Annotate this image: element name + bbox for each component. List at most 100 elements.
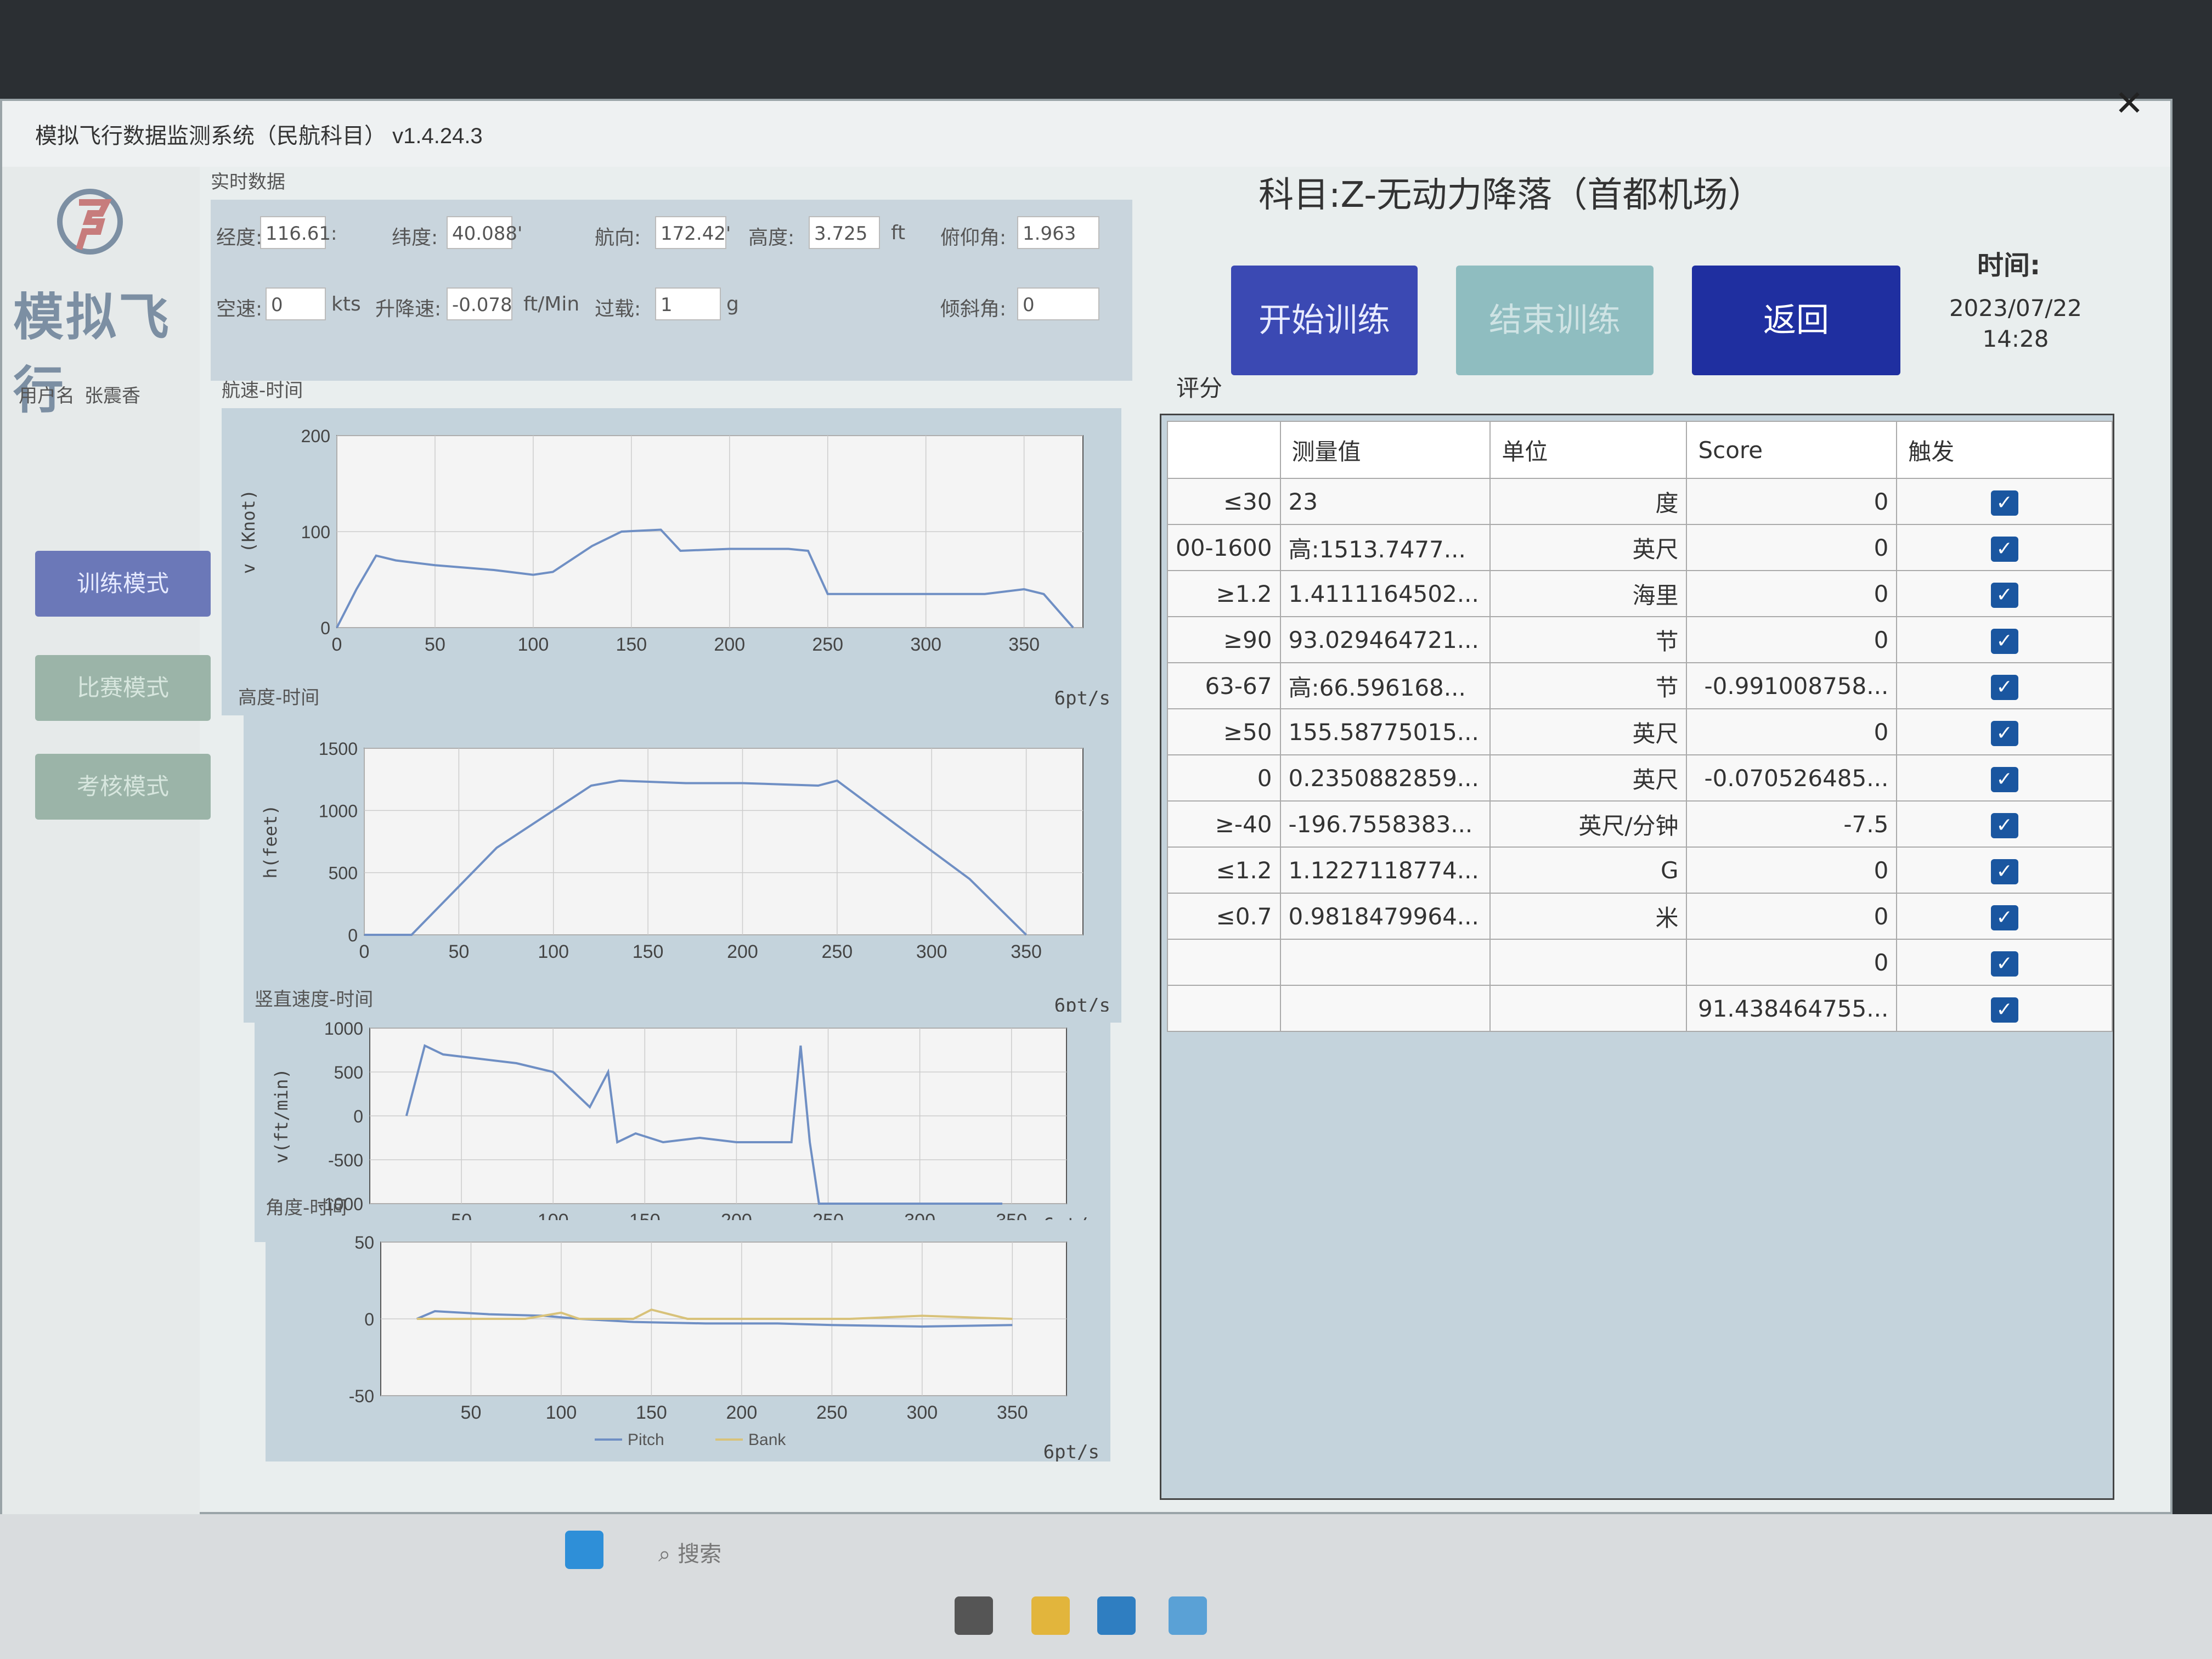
taskbar-search-label: 搜索 (678, 1542, 722, 1567)
altitude-chart: 0 50 100 150 200 250 300 350 0 500 1000 1500 h(feet)… (260, 739, 1110, 1017)
x-tick-label: 150 (633, 941, 664, 962)
folder-icon[interactable] (1031, 1596, 1070, 1635)
cell-score: 0 (1686, 847, 1898, 894)
y-tick-label: 0 (320, 618, 330, 638)
bank-field: 0 (1017, 287, 1099, 320)
cell-standard (1167, 985, 1281, 1032)
score-panel: 测量值 单位 Score 触发 ≤30 23 度 0 ✓ 00-1600 高:1513.74… (1160, 414, 2114, 1500)
airspeed-field: 0 (266, 287, 326, 320)
cell-unit: 英尺/分钟 (1489, 800, 1688, 848)
cell-score: 0 (1686, 893, 1898, 940)
cell-measured: 0.9818479964... (1279, 893, 1491, 940)
cell-unit: 海里 (1489, 570, 1688, 617)
plot-area (364, 748, 1084, 935)
end-training-button[interactable]: 结束训练 (1456, 266, 1654, 375)
cell-measured (1279, 939, 1491, 986)
cell-standard: ≥50 (1167, 708, 1281, 755)
x-tick-label: 150 (636, 1402, 667, 1423)
cell-score: 0 (1686, 616, 1898, 663)
table-row: ≥1.2 1.4111164502... 海里 0 ✓ (1167, 570, 2113, 617)
mail-icon[interactable] (1097, 1596, 1136, 1635)
cell-score: -0.070526485... (1686, 754, 1898, 802)
trigger-checkbox[interactable]: ✓ (1990, 951, 2018, 977)
x-tick-label: 250 (816, 1402, 848, 1423)
x-tick-label: 300 (916, 941, 947, 962)
training-mode-button[interactable]: 训练模式 (35, 551, 211, 617)
cell-score: 0 (1686, 524, 1898, 571)
exam-mode-button[interactable]: 考核模式 (35, 754, 211, 820)
trigger-checkbox[interactable]: ✓ (1990, 859, 2018, 884)
cell-standard: 0 (1167, 754, 1281, 802)
y-tick-label: 1000 (319, 801, 358, 821)
x-tick-label: 350 (997, 1402, 1028, 1423)
close-icon[interactable]: ✕ (2104, 79, 2154, 128)
x-tick-label: 250 (812, 634, 843, 655)
x-tick-label: 250 (821, 941, 853, 962)
altitude-unit: ft (891, 222, 906, 244)
altitude-field: 3.725 (809, 216, 880, 249)
x-tick-label: 150 (616, 634, 647, 655)
cell-standard: ≥90 (1167, 616, 1281, 663)
vs-label: 升降速: (375, 298, 442, 320)
cell-measured: 23 (1279, 478, 1491, 525)
clock-value: 14:28 (1982, 325, 2049, 352)
lon-label: 经度: (216, 227, 263, 249)
x-tick-label: 300 (910, 634, 941, 655)
trigger-checkbox[interactable]: ✓ (1990, 720, 2018, 746)
vs-unit: ft/Min (523, 293, 580, 315)
trigger-checkbox[interactable]: ✓ (1990, 674, 2018, 700)
competition-mode-button[interactable]: 比赛模式 (35, 655, 211, 721)
trigger-checkbox[interactable]: ✓ (1990, 628, 2018, 654)
trigger-checkbox[interactable]: ✓ (1990, 812, 2018, 838)
back-button[interactable]: 返回 (1692, 266, 1900, 375)
start-training-button[interactable]: 开始训练 (1231, 266, 1418, 375)
y-tick-label: 200 (301, 426, 330, 446)
cell-unit (1489, 985, 1688, 1032)
altitude-chart-title: 高度-时间 (238, 687, 320, 709)
angle-chart-panel: 50 100 150 200 250 300 350 -50 0 50 Pitch Bank 6pt/s (266, 1220, 1110, 1462)
time-label: 时间: (1977, 250, 2041, 281)
trigger-checkbox[interactable]: ✓ (1990, 490, 2018, 516)
x-tick-label: 100 (546, 1402, 577, 1423)
pitch-label: 俯仰角: (940, 227, 1007, 249)
trigger-checkbox[interactable]: ✓ (1990, 905, 2018, 930)
left-sidebar: 模拟飞行 用户名 张震香 训练模式 比赛模式 考核模式 (2, 167, 211, 1516)
heading-label: 航向: (595, 227, 641, 249)
bank-label: 倾斜角: (940, 298, 1007, 320)
cell-score: -7.5 (1686, 800, 1898, 848)
y-tick-label: 1000 (324, 1019, 363, 1039)
cell-measured (1279, 985, 1491, 1032)
table-row: 0 0.2350882859... 英尺 -0.070526485... ✓ (1167, 754, 2113, 802)
pitch-field: 1.963 (1017, 216, 1099, 249)
realtime-section-label: 实时数据 (211, 171, 285, 193)
cell-score: 0 (1686, 478, 1898, 525)
app-icon[interactable] (1169, 1596, 1207, 1635)
cell-trigger: ✓ (1896, 524, 2113, 571)
col-measured: 测量值 (1279, 421, 1491, 479)
table-row: 0 ✓ (1167, 939, 2113, 986)
heading-field: 172.42' (655, 216, 731, 249)
trigger-checkbox[interactable]: ✓ (1990, 582, 2018, 608)
cell-trigger: ✓ (1896, 985, 2113, 1032)
x-tick-label: 350 (1011, 941, 1042, 962)
taskbar-app-icon[interactable] (955, 1596, 993, 1635)
trigger-checkbox[interactable]: ✓ (1990, 536, 2018, 562)
cell-standard: ≤0.7 (1167, 893, 1281, 940)
trigger-checkbox[interactable]: ✓ (1990, 766, 2018, 792)
x-tick-label: 200 (714, 634, 745, 655)
logo-icon (57, 189, 123, 255)
x-tick-label: 0 (359, 941, 370, 962)
cell-measured: 1.1227118774... (1279, 847, 1491, 894)
x-tick-label: 50 (425, 634, 445, 655)
trigger-checkbox[interactable]: ✓ (1990, 997, 2018, 1023)
cell-unit: 节 (1489, 662, 1688, 709)
vs-chart: 50100150200250300350-1000-50005001000v(f… (271, 1019, 1099, 1236)
windows-start-icon[interactable] (565, 1531, 603, 1569)
cell-trigger: ✓ (1896, 754, 2113, 802)
col-unit: 单位 (1489, 421, 1688, 479)
cell-standard (1167, 939, 1281, 986)
cell-unit: 英尺 (1489, 708, 1688, 755)
table-row: 00-1600 高:1513.7477... 英尺 0 ✓ (1167, 524, 2113, 571)
taskbar-search[interactable]: ⌕ 搜索 (658, 1536, 721, 1568)
angle-chart-title: 角度-时间 (266, 1197, 347, 1219)
